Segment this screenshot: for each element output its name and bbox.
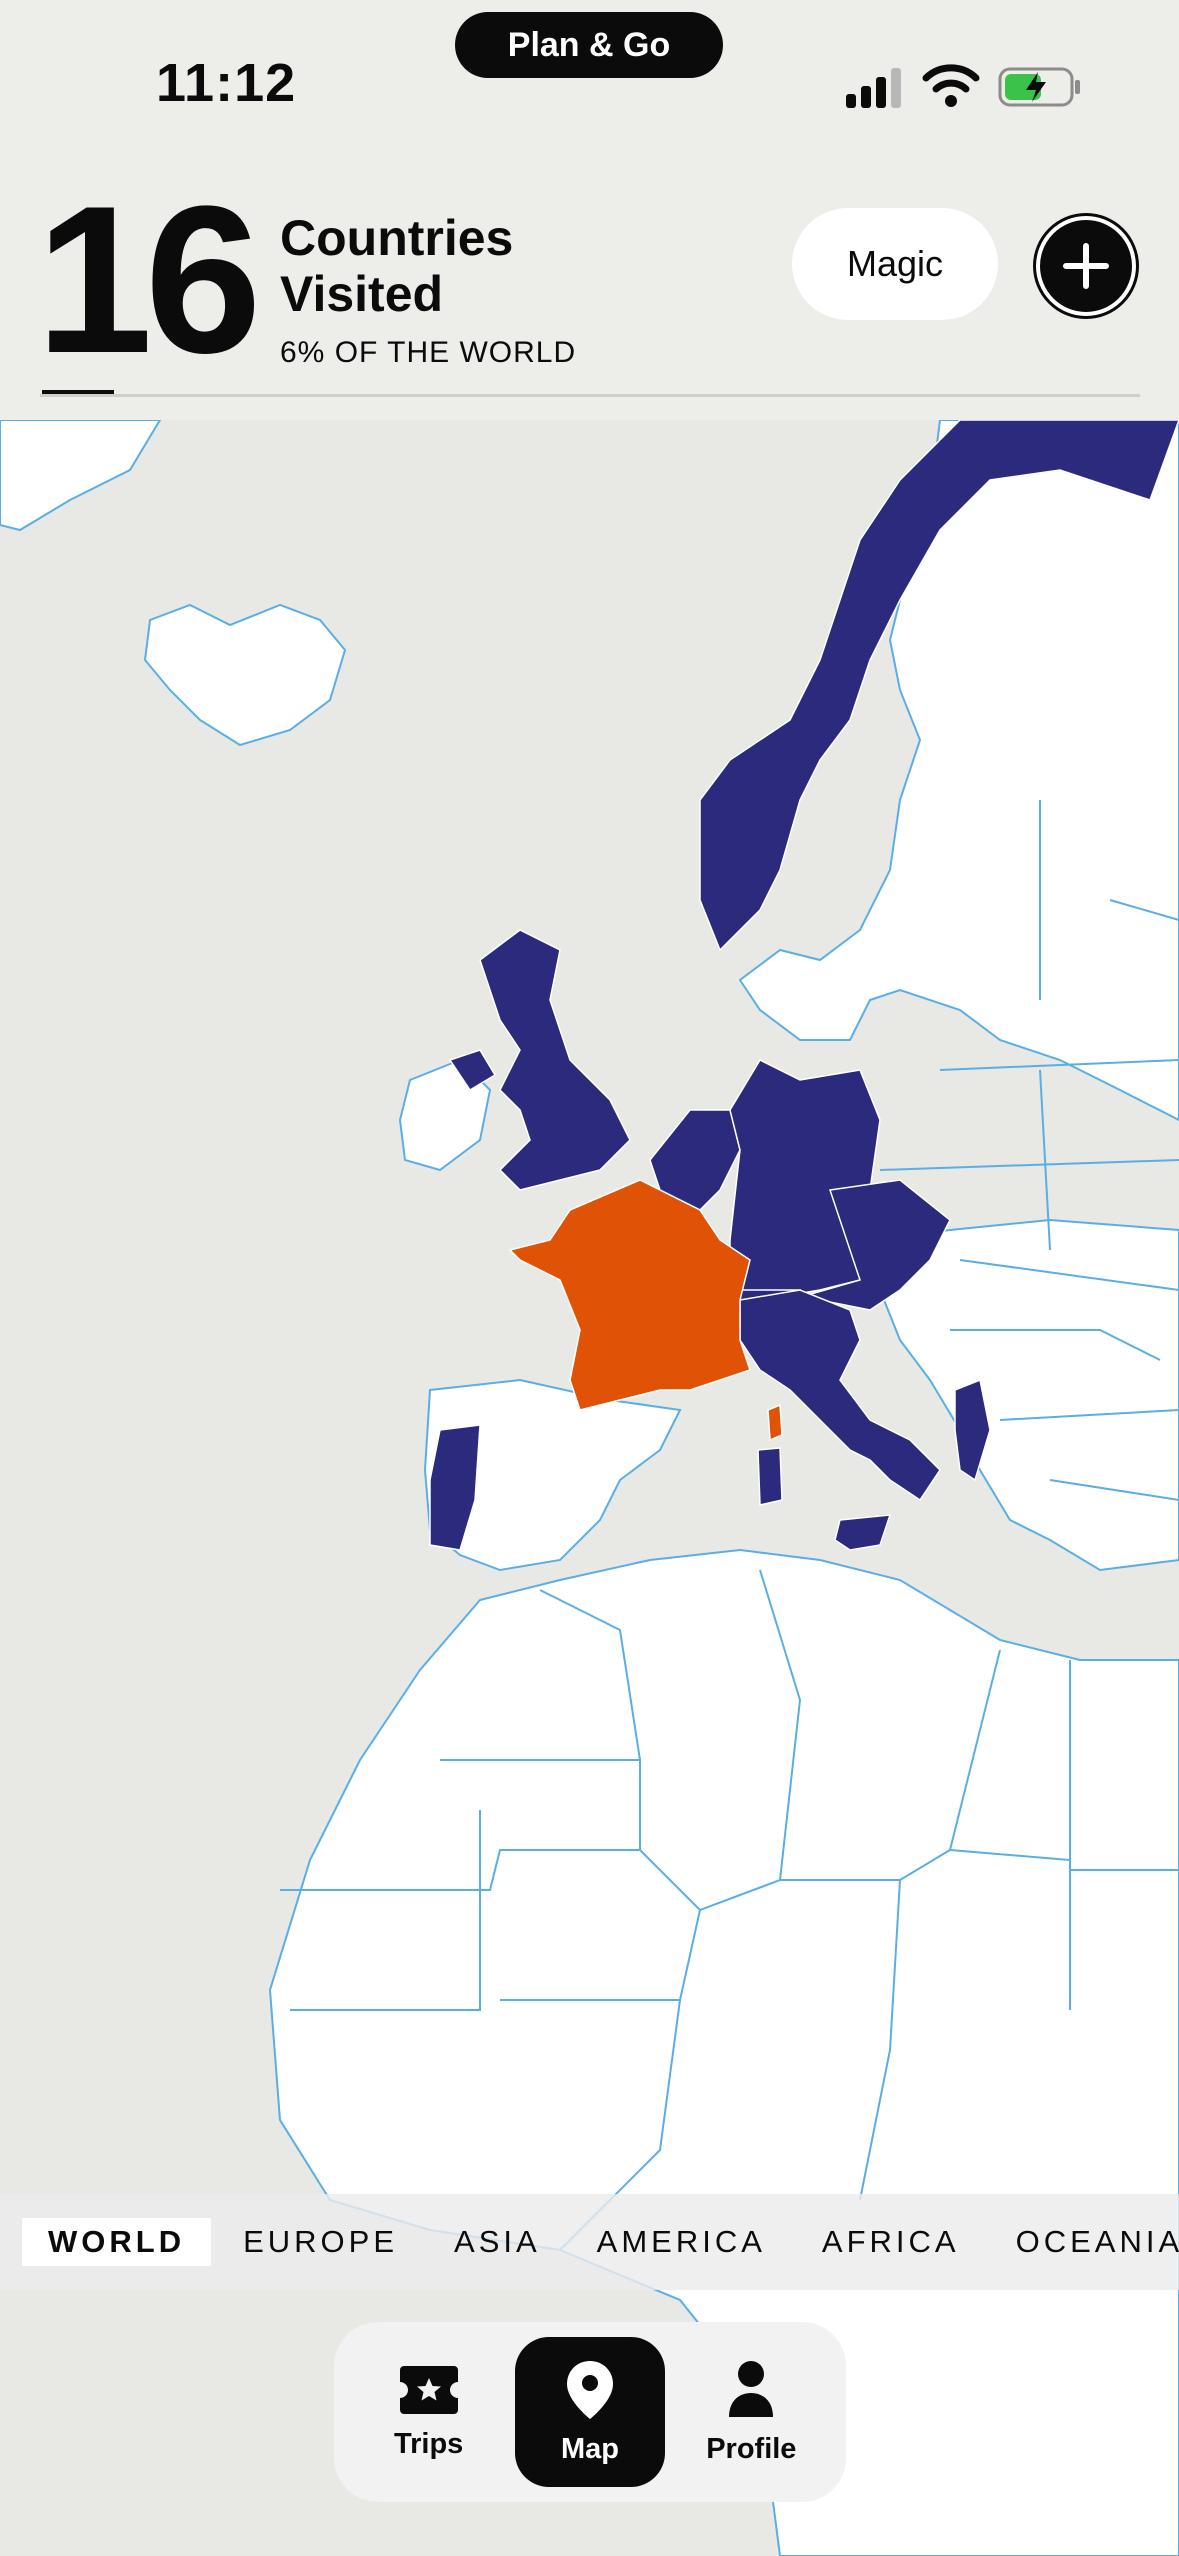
wifi-icon bbox=[922, 64, 980, 107]
header-divider bbox=[40, 394, 1140, 397]
nav-trips[interactable]: Trips bbox=[354, 2337, 504, 2487]
ticket-star-icon bbox=[399, 2365, 458, 2414]
corsica-country bbox=[767, 1403, 783, 1442]
magic-button[interactable]: Magic bbox=[792, 208, 998, 320]
app-pill[interactable]: Plan & Go bbox=[455, 12, 723, 78]
nav-trips-label: Trips bbox=[394, 2427, 464, 2460]
location-pin-icon bbox=[566, 2360, 613, 2419]
nav-map-label: Map bbox=[560, 2432, 619, 2465]
count-label-line2: Visited bbox=[280, 266, 444, 322]
world-percent-subtitle: 6% OF THE WORLD bbox=[280, 336, 577, 369]
status-bar: 11:12 Plan & Go bbox=[0, 0, 1179, 170]
nav-map[interactable]: Map bbox=[514, 2337, 665, 2487]
sardinia-country bbox=[757, 1447, 783, 1506]
nav-profile-label: Profile bbox=[706, 2432, 797, 2465]
tab-africa[interactable]: AFRICA bbox=[794, 2218, 988, 2266]
tab-asia[interactable]: ASIA bbox=[426, 2218, 569, 2266]
nav-profile[interactable]: Profile bbox=[676, 2337, 826, 2487]
cellular-signal-icon bbox=[846, 68, 901, 108]
battery-charging-icon bbox=[998, 67, 1080, 107]
tab-europe[interactable]: EUROPE bbox=[215, 2218, 426, 2266]
tab-america[interactable]: AMERICA bbox=[569, 2218, 794, 2266]
person-icon bbox=[729, 2360, 774, 2417]
plus-icon bbox=[1063, 243, 1109, 289]
visited-count: 16 bbox=[36, 162, 262, 397]
status-time: 11:12 bbox=[156, 53, 297, 113]
add-button[interactable] bbox=[1036, 216, 1136, 316]
count-label-line1: Countries bbox=[280, 210, 514, 266]
region-tabs: WORLD EUROPE ASIA AMERICA AFRICA OCEANIA bbox=[0, 2194, 1179, 2290]
bottom-nav: Trips Map Profile bbox=[334, 2322, 846, 2502]
tab-oceania[interactable]: OCEANIA bbox=[988, 2218, 1179, 2266]
tab-world[interactable]: WORLD bbox=[22, 2218, 212, 2266]
